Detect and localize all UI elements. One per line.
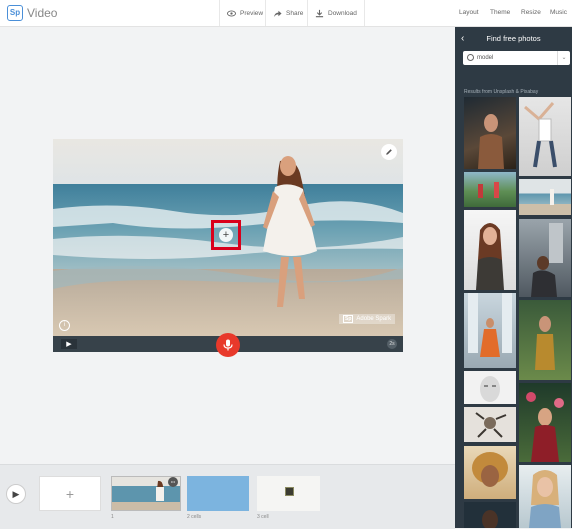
results-caption: Results from Unsplash & Pixabay (464, 89, 539, 95)
share-label: Share (286, 9, 304, 17)
photo-thumbnail (478, 182, 499, 198)
slide-number: 3 cell (257, 514, 269, 520)
photo-thumbnail (468, 293, 512, 357)
download-icon (315, 9, 324, 17)
photo-thumbnail (476, 223, 504, 290)
spark-badge: Sp (343, 315, 354, 323)
microphone-icon (223, 339, 233, 351)
app-name: Video (27, 6, 58, 20)
photo-result[interactable] (464, 371, 516, 404)
photo-result[interactable] (464, 446, 516, 499)
preview-label: Preview (240, 9, 264, 17)
photo-result[interactable] (519, 219, 571, 297)
slide-logo-icon (285, 487, 294, 496)
slide-thumbnail-2[interactable] (187, 476, 249, 511)
photo-result[interactable] (519, 97, 571, 176)
photo-result[interactable] (464, 293, 516, 368)
photo-result[interactable] (519, 383, 571, 462)
photo-search-input[interactable]: model ⌄ (463, 51, 570, 65)
play-icon: ▶ (66, 341, 72, 348)
eye-icon (227, 10, 236, 16)
photo-result[interactable] (519, 300, 571, 380)
pencil-icon (386, 149, 392, 155)
add-content-button[interactable]: + (211, 220, 241, 250)
download-button[interactable]: Download (307, 0, 365, 26)
photo-thumbnail (480, 376, 500, 402)
photo-thumbnail (475, 412, 507, 438)
share-icon (273, 10, 282, 17)
menu-music[interactable]: Music (550, 9, 567, 16)
slide-number: 2 cells (187, 514, 202, 520)
menu-resize[interactable]: Resize (521, 9, 541, 16)
download-label: Download (328, 9, 357, 17)
photo-result[interactable] (519, 179, 571, 215)
photo-search-panel: ‹ Find free photos model ⌄ Results from … (455, 27, 572, 528)
photo-result[interactable] (464, 502, 516, 528)
photo-thumbnail (531, 223, 563, 297)
share-button[interactable]: Share (265, 0, 310, 26)
plus-icon: + (219, 228, 233, 242)
edit-layout-button[interactable] (381, 144, 397, 160)
menu-theme[interactable]: Theme (490, 9, 510, 16)
watermark-label: Adobe Spark (356, 316, 392, 322)
photo-thumbnail (478, 114, 504, 169)
photo-result[interactable] (464, 210, 516, 290)
photo-thumbnail (482, 510, 498, 528)
photo-result[interactable] (464, 97, 516, 169)
photo-thumbnail (524, 102, 557, 168)
photo-thumbnail (550, 189, 554, 205)
search-value: model (477, 55, 494, 61)
menu-layout[interactable]: Layout (459, 9, 479, 16)
chevron-down-icon[interactable]: ⌄ (557, 51, 570, 65)
adobe-spark-watermark: Sp Adobe Spark (339, 314, 396, 324)
photo-result[interactable] (519, 465, 571, 528)
photo-thumbnail (526, 392, 564, 462)
slide-thumbnail-3[interactable] (257, 476, 320, 511)
slide-play-button[interactable]: ▶ (61, 339, 77, 349)
info-icon[interactable]: i (59, 320, 70, 331)
slide-duration-badge[interactable]: 2s (387, 339, 397, 349)
slide-menu-button[interactable]: ••• (168, 477, 178, 487)
preview-button[interactable]: Preview (219, 0, 270, 26)
panel-title: Find free photos (486, 34, 541, 43)
add-slide-button[interactable]: + (39, 476, 101, 511)
spark-logo[interactable]: Sp (7, 5, 23, 21)
record-voice-button[interactable] (216, 333, 240, 357)
slide-timeline: ▶ + ••• 1 2 cells 3 cell (0, 464, 455, 529)
search-icon (467, 54, 474, 61)
play-icon: ▶ (12, 488, 20, 499)
photo-thumbnail (472, 452, 508, 487)
slide-number: 1 (111, 514, 114, 520)
photo-thumbnail (529, 470, 561, 528)
photo-thumbnail (535, 316, 555, 370)
photo-result[interactable] (464, 172, 516, 207)
top-toolbar: Sp Video Preview Share Download Layout T… (0, 0, 572, 27)
photo-result[interactable] (464, 407, 516, 442)
play-video-button[interactable]: ▶ (6, 484, 26, 504)
